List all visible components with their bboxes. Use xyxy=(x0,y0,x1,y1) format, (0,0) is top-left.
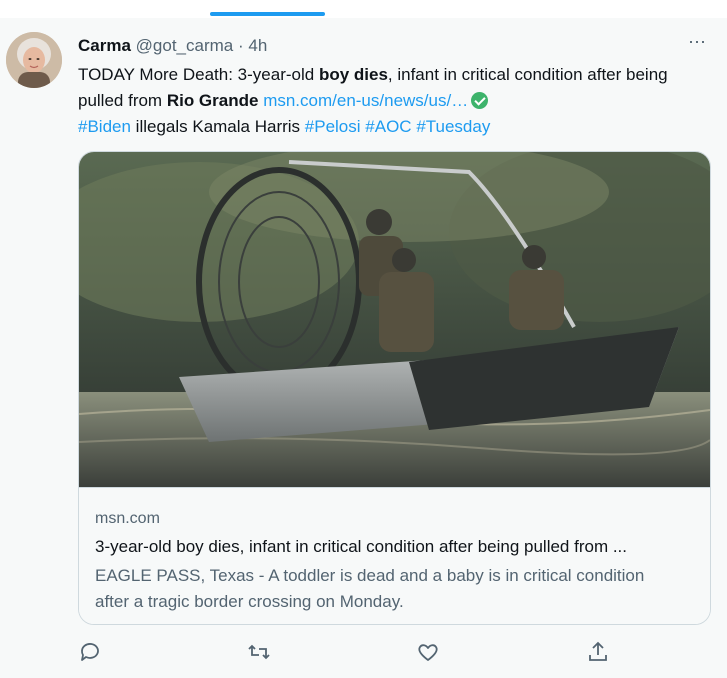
tab-indicator xyxy=(210,12,325,16)
top-strip xyxy=(0,0,727,18)
hashtag-biden[interactable]: #Biden xyxy=(78,117,131,136)
text-segment: TODAY More Death: 3-year-old xyxy=(78,65,319,84)
card-title: 3-year-old boy dies, infant in critical … xyxy=(95,537,627,556)
hashtag-aoc[interactable]: #AOC xyxy=(365,117,411,136)
action-bar xyxy=(78,640,638,666)
tweet-text: TODAY More Death: 3-year-old boy dies, i… xyxy=(78,62,708,140)
more-options-icon[interactable]: ⋯ xyxy=(688,32,707,53)
tweet-time[interactable]: 4h xyxy=(248,36,267,55)
reply-icon[interactable] xyxy=(78,640,102,664)
text-segment: illegals Kamala Harris xyxy=(130,117,305,136)
time-separator: · xyxy=(237,36,244,55)
card-body: msn.com 3-year-old boy dies, infant in c… xyxy=(79,487,710,624)
text-bold: Rio Grande xyxy=(166,91,259,110)
link-card[interactable]: msn.com 3-year-old boy dies, infant in c… xyxy=(78,151,711,625)
verified-check-icon xyxy=(471,92,489,109)
card-description: EAGLE PASS, Texas - A toddler is dead an… xyxy=(95,566,645,611)
tweet-link[interactable]: msn.com/en-us/news/us/… xyxy=(263,91,468,110)
author-handle[interactable]: @got_carma xyxy=(136,36,234,55)
like-icon[interactable] xyxy=(416,640,440,664)
retweet-icon[interactable] xyxy=(247,640,271,664)
author-name[interactable]: Carma xyxy=(78,36,131,55)
avatar[interactable] xyxy=(6,32,62,88)
card-domain: msn.com xyxy=(95,510,160,527)
share-icon[interactable] xyxy=(586,640,610,664)
text-bold: boy dies xyxy=(318,65,388,84)
card-image xyxy=(79,152,710,487)
hashtag-pelosi[interactable]: #Pelosi xyxy=(305,117,361,136)
tweet-header: Carma @got_carma · 4h xyxy=(78,36,267,56)
hashtag-tuesday[interactable]: #Tuesday xyxy=(416,117,490,136)
